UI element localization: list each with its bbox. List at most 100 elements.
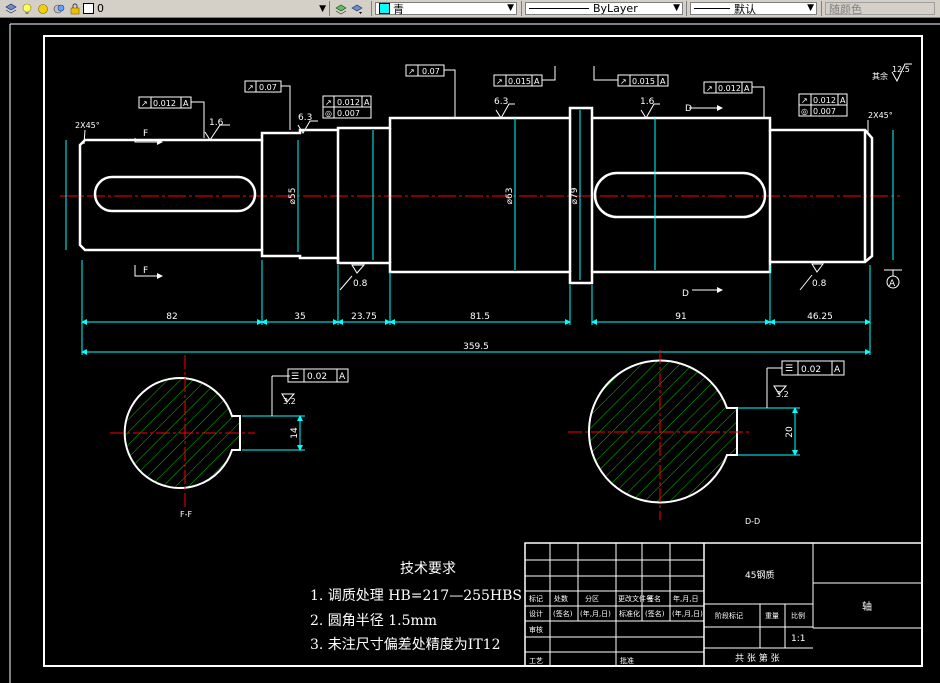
tol-frame-2: ↗ 0.07 <box>244 80 291 130</box>
keyway-width-20: 20 <box>785 426 795 438</box>
svg-text:A: A <box>183 99 189 108</box>
svg-text:A: A <box>534 77 540 86</box>
symmetry-tol-D: 0.02 <box>801 365 821 375</box>
tb-date: 年,月,日 <box>673 594 698 603</box>
svg-text:↗: ↗ <box>706 84 713 93</box>
svg-text:◎: ◎ <box>325 109 332 118</box>
tb-date2: (年,月,日) <box>580 609 611 618</box>
roughness-1-6-right: 1.6 <box>640 97 660 119</box>
viewport-freeze-icon[interactable] <box>53 3 65 15</box>
section-F-view: 14 ☰ 0.02 A 3.2 F-F <box>110 355 349 519</box>
layer-control[interactable]: 0 ▼ <box>0 1 330 16</box>
color-dropdown[interactable]: 青 ▼ <box>375 2 517 16</box>
svg-text:↗: ↗ <box>408 67 415 76</box>
chamfer-left: 2X45° <box>75 121 100 130</box>
linetype-control: ByLayer ▼ <box>522 1 687 16</box>
svg-text:A: A <box>339 372 346 382</box>
roughness-0-8-a: 0.8 <box>339 264 368 291</box>
layer-color-swatch <box>83 3 94 14</box>
dim-82: 82 <box>166 312 177 322</box>
dim-dia-63: ⌀63 <box>505 188 515 205</box>
svg-text:1.6: 1.6 <box>209 118 224 128</box>
tech-title: 技术要求 <box>400 561 456 577</box>
svg-text:A: A <box>834 365 841 375</box>
tb-part-name: 轴 <box>862 600 872 613</box>
svg-text:0.012: 0.012 <box>718 84 741 93</box>
lineweight-sample <box>694 8 730 9</box>
linetype-value: ByLayer <box>593 2 638 15</box>
tol-frame-6: ↗ 0.015 A <box>593 66 669 87</box>
lock-icon[interactable] <box>69 3 81 15</box>
tol-frame-5: ↗ 0.015 A <box>493 66 556 87</box>
tb-scale: 1:1 <box>791 634 805 644</box>
tb-sign: 签名 <box>647 594 661 603</box>
svg-text:↗: ↗ <box>496 77 503 86</box>
svg-text:0.07: 0.07 <box>422 67 440 76</box>
linetype-dropdown[interactable]: ByLayer ▼ <box>525 2 683 15</box>
svg-text:A: A <box>660 77 666 86</box>
layer-dropdown-arrow[interactable]: ▼ <box>319 4 326 14</box>
dim-91: 91 <box>675 312 686 322</box>
svg-text:↗: ↗ <box>620 77 627 86</box>
drawing-canvas[interactable]: 82 35 23.75 81.5 91 46.25 359.5 ⌀55 ⌀63 … <box>0 18 940 683</box>
roughness-1-6-left: 1.6 <box>204 118 230 141</box>
svg-text:6.3: 6.3 <box>298 113 312 123</box>
tol-frame-7: ↗ 0.012 A <box>703 81 765 118</box>
svg-text:0.8: 0.8 <box>812 279 827 289</box>
chevron-down-icon: ▼ <box>507 3 514 13</box>
tb-date3: (年,月,日) <box>672 609 703 618</box>
tb-approve: 批准 <box>620 656 634 665</box>
section-D-view: 20 ☰ 0.02 A 3.2 D-D <box>568 350 845 526</box>
lineweight-dropdown[interactable]: 默认 ▼ <box>690 2 817 16</box>
plotstyle-control: 随颜色 <box>822 1 940 16</box>
dim-23-75: 23.75 <box>351 312 377 322</box>
layers-icon[interactable] <box>5 3 17 15</box>
svg-text:↗: ↗ <box>247 83 254 92</box>
roughness-rest: 其余 12.5 <box>872 63 912 83</box>
tb-mark: 标记 <box>529 594 543 603</box>
layer-buttons <box>330 1 372 16</box>
tb-sheets: 共 张 第 张 <box>735 652 780 664</box>
section-marker-F-bottom: F <box>143 266 148 276</box>
tb-check: 审核 <box>529 625 543 634</box>
dim-35: 35 <box>294 312 305 322</box>
layer-previous-icon[interactable] <box>351 3 363 15</box>
key-depth-F: 3.2 <box>283 397 296 406</box>
svg-text:A: A <box>744 84 750 93</box>
dim-81-5: 81.5 <box>470 312 490 322</box>
svg-text:0.012: 0.012 <box>153 99 176 108</box>
svg-text:↗: ↗ <box>141 99 148 108</box>
plotstyle-dropdown: 随颜色 <box>825 2 935 16</box>
properties-toolbar: 0 ▼ 青 ▼ ByLayer ▼ 默认 ▼ 随颜色 <box>0 0 940 18</box>
chevron-down-icon: ▼ <box>807 3 814 13</box>
section-arrows: F F D D <box>134 104 723 299</box>
tb-sign3: (签名) <box>645 609 665 618</box>
tech-item-1: 1. 调质处理 HB=217—255HBS <box>310 588 523 604</box>
svg-text:0.012: 0.012 <box>813 96 836 105</box>
tol-frame-3: ↗ 0.012 A ◎ 0.007 <box>322 95 372 119</box>
tb-sign2: (签名) <box>553 609 573 618</box>
lightbulb-icon[interactable] <box>21 3 33 15</box>
svg-text:↗: ↗ <box>325 98 332 107</box>
chamfer-right: 2X45° <box>868 111 893 120</box>
svg-text:0.015: 0.015 <box>632 77 655 86</box>
svg-text:其余: 其余 <box>872 71 888 81</box>
sun-freeze-icon[interactable] <box>37 3 49 15</box>
section-marker-F-top: F <box>143 129 148 139</box>
chevron-down-icon: ▼ <box>673 3 680 13</box>
section-label-D-D: D-D <box>745 517 760 526</box>
roughness-0-8-b: 0.8 <box>799 263 827 291</box>
svg-text:0.8: 0.8 <box>353 279 368 289</box>
svg-text:12.5: 12.5 <box>892 65 910 74</box>
tb-qty: 处数 <box>554 594 568 603</box>
lineweight-control: 默认 ▼ <box>687 1 822 16</box>
svg-text:A: A <box>364 98 370 107</box>
tol-frame-8: ↗ 0.012 A ◎ 0.007 <box>798 93 848 117</box>
lineweight-value: 默认 <box>734 2 756 16</box>
svg-text:0.007: 0.007 <box>337 109 360 118</box>
section-label-F-F: F-F <box>180 510 192 519</box>
svg-text:A: A <box>889 279 896 289</box>
svg-text:0.007: 0.007 <box>813 107 836 116</box>
make-current-layer-icon[interactable] <box>335 3 347 15</box>
tb-stage: 阶段标记 <box>715 611 743 620</box>
